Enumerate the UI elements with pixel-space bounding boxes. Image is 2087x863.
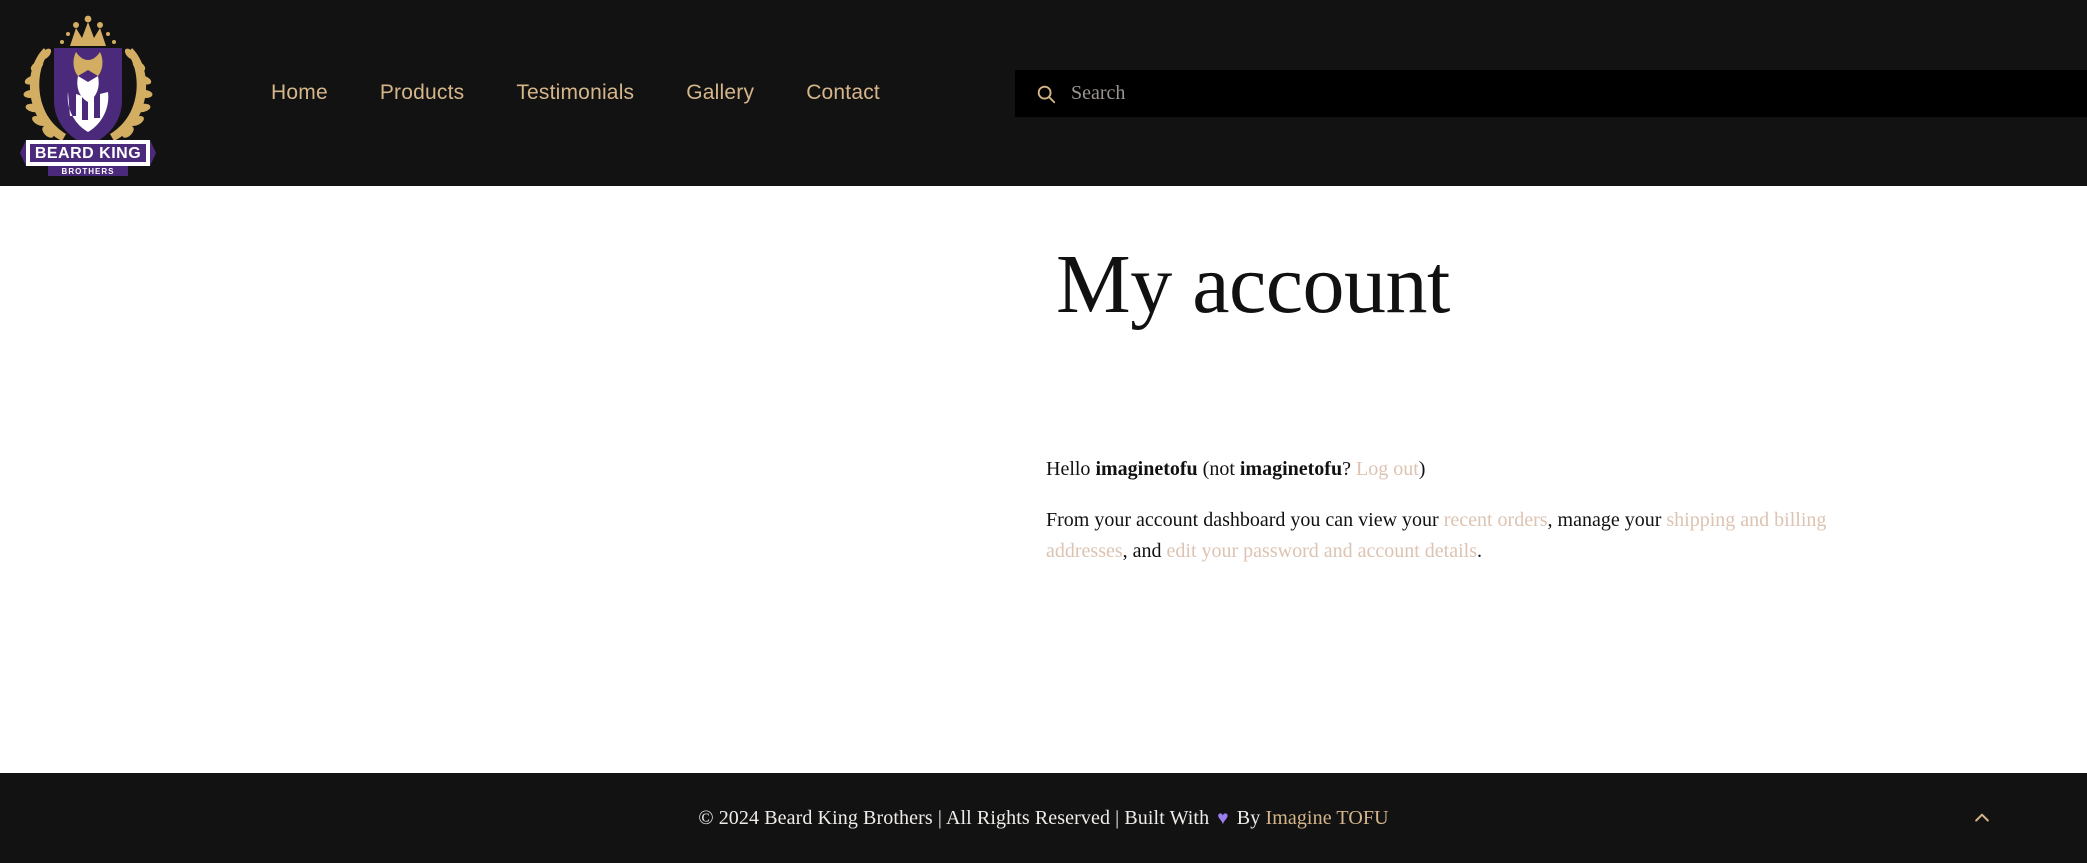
imagine-tofu-link[interactable]: Imagine TOFU — [1265, 807, 1388, 829]
account-dashboard: Hello imaginetofu (not imaginetofu? Log … — [1046, 454, 1866, 567]
logout-link[interactable]: Log out — [1356, 458, 1419, 480]
greeting-suffix: ) — [1418, 458, 1426, 480]
recent-orders-link[interactable]: recent orders — [1444, 509, 1548, 531]
intro-part-4: . — [1477, 540, 1482, 562]
nav-item-gallery[interactable]: Gallery — [660, 81, 780, 105]
beard-king-brothers-logo-icon: BEARD KING BROTHERS — [20, 15, 156, 176]
edit-account-details-link[interactable]: edit your password and account details — [1167, 540, 1477, 562]
greeting-username: imaginetofu — [1095, 458, 1198, 480]
back-to-top-button[interactable] — [1965, 801, 1999, 835]
page-title: My account — [1056, 238, 1450, 331]
search-bar[interactable] — [1015, 70, 2087, 117]
nav-item-testimonials[interactable]: Testimonials — [490, 81, 660, 105]
footer-copyright-text: © 2024 Beard King Brothers | All Rights … — [698, 806, 1215, 829]
greeting-username-alt: imaginetofu — [1239, 458, 1343, 480]
search-input[interactable] — [1071, 70, 2087, 117]
footer-by-text: By — [1231, 806, 1266, 829]
account-greeting: Hello imaginetofu (not imaginetofu? Log … — [1046, 454, 1866, 484]
greeting-prefix: Hello — [1046, 458, 1096, 480]
site-logo[interactable]: BEARD KING BROTHERS — [18, 8, 158, 176]
svg-text:BEARD KING: BEARD KING — [35, 145, 141, 162]
intro-part-1: From your account dashboard you can view… — [1046, 509, 1444, 531]
search-icon — [1037, 85, 1056, 103]
site-header: BEARD KING BROTHERS Home Products Testim… — [0, 0, 2087, 186]
main-content: My account Hello imaginetofu (not imagin… — [0, 186, 2087, 773]
greeting-question: ? — [1342, 458, 1356, 480]
footer-copyright: © 2024 Beard King Brothers | All Rights … — [698, 807, 1388, 830]
nav-item-home[interactable]: Home — [245, 81, 354, 105]
chevron-up-icon — [1975, 813, 1989, 822]
greeting-middle: (not — [1197, 458, 1240, 480]
nav-item-contact[interactable]: Contact — [780, 81, 906, 105]
site-footer: © 2024 Beard King Brothers | All Rights … — [0, 773, 2087, 863]
heart-icon: ♥ — [1217, 807, 1229, 829]
intro-part-3: , and — [1122, 540, 1167, 562]
nav-item-products[interactable]: Products — [354, 81, 490, 105]
account-intro-text: From your account dashboard you can view… — [1046, 505, 1866, 567]
intro-part-2: , manage your — [1547, 509, 1667, 531]
svg-text:BROTHERS: BROTHERS — [62, 167, 115, 176]
main-navigation: Home Products Testimonials Gallery Conta… — [245, 0, 906, 186]
